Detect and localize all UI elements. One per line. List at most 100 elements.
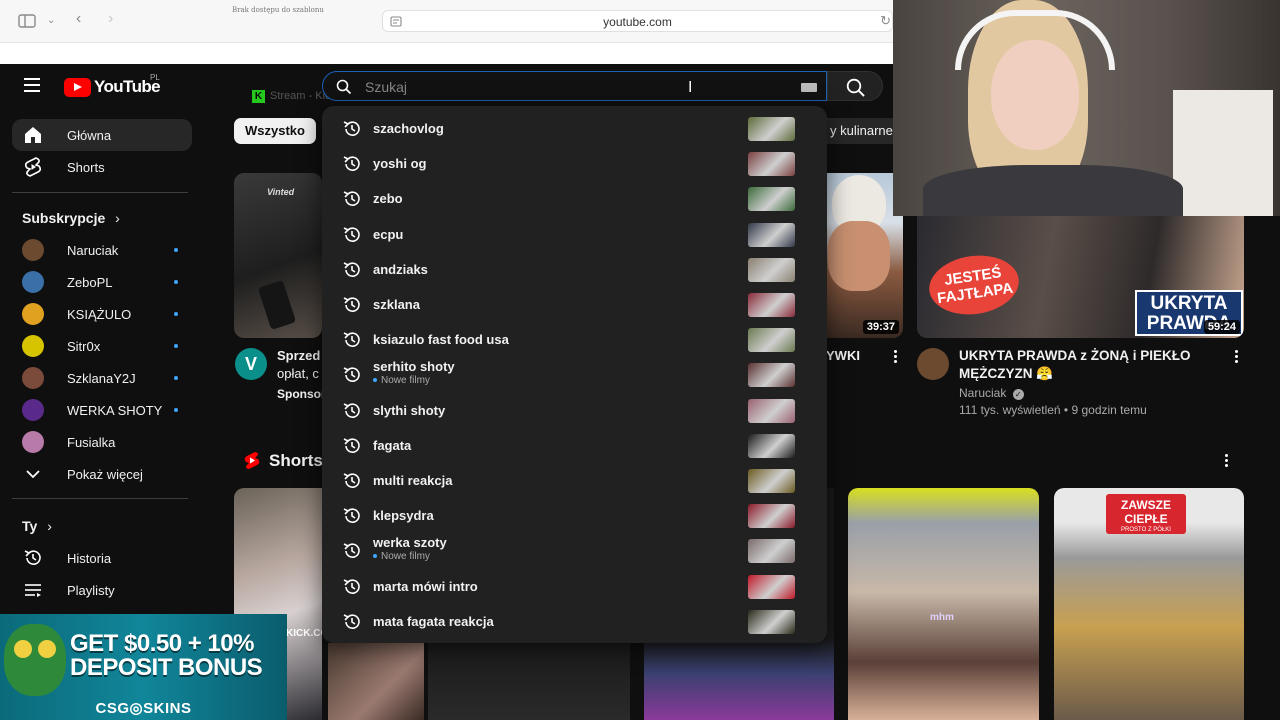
- sidebar-divider: [12, 192, 188, 193]
- search-button[interactable]: [827, 71, 883, 101]
- sidebar-item-shorts[interactable]: Shorts: [12, 151, 192, 183]
- history-icon: [343, 543, 360, 559]
- video-thumbnail-mid[interactable]: 39:37: [826, 173, 903, 338]
- suggestion-item[interactable]: werka szoty Nowe filmy: [322, 533, 827, 568]
- promo-headline-line2: DEPOSIT BONUS: [70, 654, 263, 681]
- video-title[interactable]: UKRYTA PRAWDA z ŻONĄ i PIEKŁO MĘŻCZYZN 😤: [959, 347, 1219, 383]
- avatar-slot: [21, 398, 45, 422]
- video-thumbnail-sponsored[interactable]: Vinted: [234, 173, 322, 338]
- short-thumbnail[interactable]: [428, 643, 630, 720]
- short-watermark: mhm: [930, 612, 954, 623]
- history-icon: [343, 508, 360, 524]
- suggestion-text: marta mówi intro: [373, 578, 478, 594]
- history-icon: [343, 332, 360, 348]
- mascot-graphic: [4, 624, 66, 696]
- suggestion-text: yoshi og: [373, 156, 427, 172]
- sidebar-item-sitr0x[interactable]: Sitr0x: [12, 330, 192, 362]
- suggestion-item[interactable]: fagata: [322, 428, 827, 463]
- sidebar-item-szklanay2j[interactable]: SzklanaY2J: [12, 362, 192, 394]
- history-icon: [343, 438, 360, 453]
- hamburger-menu-icon[interactable]: [24, 78, 40, 94]
- shorts-heading: Shorts: [269, 451, 323, 470]
- sidebar-item-ksiazulo[interactable]: KSIĄŻULO: [12, 298, 192, 330]
- more-options-icon[interactable]: [1235, 350, 1239, 365]
- suggestion-item[interactable]: klepsydra: [322, 498, 827, 533]
- video-title[interactable]: Sprzed: [277, 347, 322, 365]
- more-options-icon[interactable]: [894, 350, 898, 365]
- sidebar-item-home[interactable]: Główna: [12, 119, 192, 151]
- video-title-line2[interactable]: opłat, c: [277, 365, 322, 383]
- suggestion-item[interactable]: yoshi og: [322, 146, 827, 181]
- short-thumbnail[interactable]: mhm: [848, 488, 1039, 720]
- sidebar-item-history[interactable]: Historia: [12, 542, 192, 574]
- history-icon: [343, 473, 360, 488]
- sidebar-item-fusialka[interactable]: Fusialka: [12, 426, 192, 458]
- suggestion-item[interactable]: marta mówi intro: [322, 569, 827, 604]
- suggestion-item[interactable]: multi reakcja: [322, 463, 827, 498]
- you-heading-label: Ty: [22, 518, 38, 534]
- sidebar-item-werka-shoty[interactable]: WERKA SHOTY: [12, 394, 192, 426]
- suggestion-item[interactable]: mata fagata reakcja: [322, 604, 827, 639]
- new-content-dot: [174, 280, 178, 284]
- suggestion-item[interactable]: zebo: [322, 181, 827, 216]
- chevron-down-icon[interactable]: ⌄: [47, 14, 55, 28]
- address-bar[interactable]: youtube.com ↻: [382, 10, 893, 32]
- suggestion-item[interactable]: szachovlog: [322, 111, 827, 146]
- video-title[interactable]: YWKI: [826, 347, 860, 365]
- sidebar-item-label: ZeboPL: [67, 274, 113, 290]
- forward-arrow-icon[interactable]: ›: [108, 11, 113, 27]
- back-arrow-icon[interactable]: ‹: [76, 11, 81, 27]
- sidebar-item-label: Playlisty: [67, 582, 115, 598]
- youtube-logo[interactable]: YouTube: [64, 77, 161, 97]
- sign-subtext: PROSTO Z PÓŁKI: [1121, 527, 1171, 533]
- face-graphic: [828, 221, 890, 291]
- history-icon: [343, 367, 360, 383]
- suggestion-item[interactable]: ecpu: [322, 217, 827, 252]
- chevron-down-icon: [21, 462, 45, 486]
- url-text: youtube.com: [603, 15, 672, 29]
- video-duration: 59:24: [1203, 320, 1240, 334]
- short-thumbnail[interactable]: [328, 643, 424, 720]
- more-options-icon[interactable]: [1225, 454, 1229, 469]
- suggestion-text: ksiazulo fast food usa: [373, 332, 509, 348]
- chip-cooking[interactable]: y kulinarne: [820, 118, 903, 144]
- suggestion-item[interactable]: serhito shoty Nowe filmy: [322, 357, 827, 392]
- sidebar-item-naruciak[interactable]: Naruciak: [12, 234, 192, 266]
- vinted-avatar[interactable]: V: [235, 348, 267, 380]
- suggestion-thumbnail: [748, 469, 795, 493]
- subscriptions-heading[interactable]: Subskrypcje ›: [22, 210, 120, 226]
- video-thumbnail-ukryta-prawda[interactable]: JESTEŚ FAJTŁAPA UKRYTA PRAWDA 59:24: [917, 216, 1244, 338]
- suggestion-subtext: Nowe filmy: [373, 375, 430, 386]
- search-box[interactable]: [322, 71, 827, 101]
- reload-icon[interactable]: ↻: [880, 14, 891, 28]
- avatar-slot: [21, 334, 45, 358]
- home-icon: [21, 123, 45, 147]
- suggestion-text: serhito shoty: [373, 359, 455, 375]
- new-content-dot: [174, 312, 178, 316]
- suggestion-thumbnail: [748, 152, 795, 177]
- channel-avatar[interactable]: [917, 348, 949, 380]
- search-input[interactable]: [365, 76, 785, 98]
- short-thumbnail[interactable]: ZAWSZE CIEPŁE PROSTO Z PÓŁKI: [1054, 488, 1244, 720]
- suggestion-item[interactable]: ksiazulo fast food usa: [322, 322, 827, 357]
- suggestion-item[interactable]: andziaks: [322, 252, 827, 287]
- verified-icon: ✓: [1012, 389, 1024, 400]
- promo-headline: GET $0.50 + 10% DEPOSIT BONUS: [70, 632, 263, 681]
- avatar: [22, 399, 44, 421]
- suggestion-text: ecpu: [373, 226, 404, 242]
- chip-all[interactable]: Wszystko: [234, 118, 316, 144]
- suggestion-item[interactable]: slythi shoty: [322, 393, 827, 428]
- new-content-dot: [174, 344, 178, 348]
- channel-name-row[interactable]: Naruciak ✓: [959, 386, 1024, 400]
- sidebar-show-more[interactable]: Pokaż więcej: [12, 458, 192, 490]
- sidebar-toggle-icon[interactable]: [18, 14, 36, 28]
- suggestion-item[interactable]: szklana: [322, 287, 827, 322]
- history-icon: [343, 156, 360, 172]
- you-heading[interactable]: Ty ›: [22, 518, 52, 534]
- subscriptions-heading-label: Subskrypcje: [22, 210, 106, 226]
- keyboard-icon[interactable]: [801, 83, 817, 92]
- video-metadata: 111 tys. wyświetleń • 9 godzin temu: [959, 403, 1147, 417]
- avatar: [22, 367, 44, 389]
- sidebar-item-zebopl[interactable]: ZeboPL: [12, 266, 192, 298]
- sidebar-item-playlists[interactable]: Playlisty: [12, 574, 192, 606]
